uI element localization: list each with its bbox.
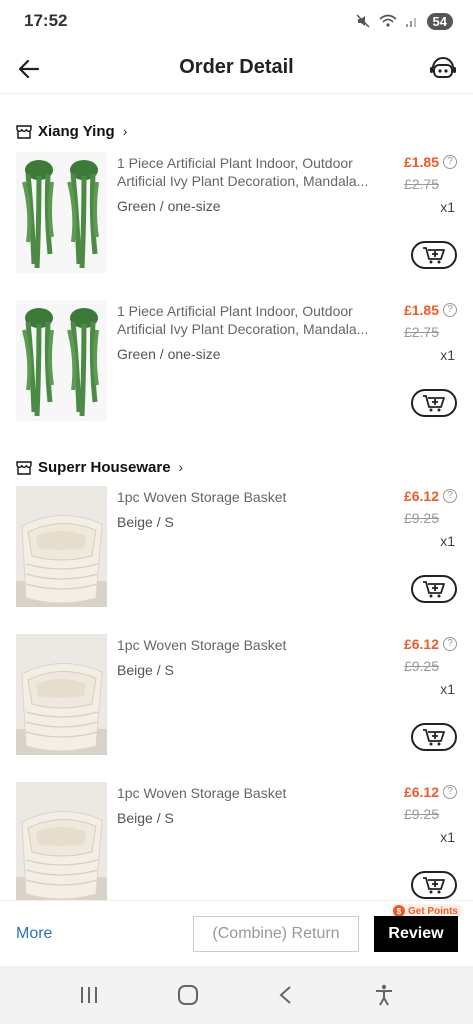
price-value: £6.12 bbox=[403, 488, 439, 504]
order-item[interactable]: 1pc Woven Storage Basket Beige / S £6.12… bbox=[0, 634, 473, 782]
product-image-ivy-plant[interactable] bbox=[16, 152, 107, 273]
order-items-list[interactable]: Xiang Ying › 1 Piece Artificial Plant In… bbox=[0, 110, 473, 900]
item-name[interactable]: 1pc Woven Storage Basket bbox=[117, 784, 387, 802]
store-name: Xiang Ying bbox=[38, 122, 115, 140]
add-to-cart-icon bbox=[423, 729, 445, 746]
add-to-cart-icon bbox=[423, 877, 445, 894]
add-to-cart-icon bbox=[423, 581, 445, 598]
item-name[interactable]: 1pc Woven Storage Basket bbox=[117, 636, 387, 654]
item-price: £1.85? bbox=[387, 154, 457, 170]
status-bar: 17:52 54 bbox=[0, 0, 473, 42]
item-variant: Green / one-size bbox=[117, 346, 221, 362]
price-info-icon[interactable]: ? bbox=[443, 489, 457, 503]
item-quantity: x1 bbox=[440, 199, 455, 215]
item-quantity: x1 bbox=[440, 829, 455, 845]
item-name[interactable]: 1pc Woven Storage Basket bbox=[117, 488, 387, 506]
order-item[interactable]: 1 Piece Artificial Plant Indoor, Outdoor… bbox=[0, 152, 473, 300]
mute-icon bbox=[356, 14, 370, 28]
order-item[interactable]: 1pc Woven Storage Basket Beige / S £6.12… bbox=[0, 486, 473, 634]
original-price: £9.25 bbox=[403, 806, 439, 822]
price-column: £1.85? £2.75 x1 bbox=[387, 154, 457, 215]
store-header[interactable]: Xiang Ying › bbox=[0, 110, 473, 152]
original-price: £2.75 bbox=[403, 324, 439, 340]
item-name[interactable]: 1 Piece Artificial Plant Indoor, Outdoor… bbox=[117, 302, 387, 338]
home-icon[interactable] bbox=[176, 983, 200, 1007]
page-header: Order Detail bbox=[0, 42, 473, 94]
price-value: £6.12 bbox=[403, 636, 439, 652]
add-to-cart-button[interactable] bbox=[411, 389, 457, 417]
price-column: £6.12? £9.25 x1 bbox=[387, 488, 457, 549]
store-icon bbox=[16, 460, 32, 475]
product-image-woven-basket[interactable] bbox=[16, 486, 107, 607]
item-info: 1pc Woven Storage Basket Beige / S bbox=[117, 784, 387, 826]
item-info: 1 Piece Artificial Plant Indoor, Outdoor… bbox=[117, 154, 387, 214]
price-column: £6.12? £9.25 x1 bbox=[387, 636, 457, 697]
page-title: Order Detail bbox=[179, 56, 294, 78]
item-price: £1.85? bbox=[387, 302, 457, 318]
battery-level: 54 bbox=[426, 12, 453, 30]
add-to-cart-button[interactable] bbox=[411, 723, 457, 751]
status-icons: 54 bbox=[355, 12, 453, 30]
back-arrow-icon[interactable] bbox=[14, 54, 44, 84]
price-info-icon[interactable]: ? bbox=[443, 785, 457, 799]
recent-apps-icon[interactable] bbox=[77, 984, 101, 1006]
review-button[interactable]: Review bbox=[374, 916, 458, 952]
original-price: £9.25 bbox=[403, 510, 439, 526]
order-item[interactable]: 1 Piece Artificial Plant Indoor, Outdoor… bbox=[0, 300, 473, 448]
store-icon bbox=[16, 124, 32, 139]
nav-back-icon[interactable] bbox=[275, 984, 297, 1006]
status-time: 17:52 bbox=[24, 11, 68, 30]
item-variant: Green / one-size bbox=[117, 198, 221, 214]
add-to-cart-icon bbox=[423, 247, 445, 264]
item-info: 1pc Woven Storage Basket Beige / S bbox=[117, 488, 387, 530]
customer-service-icon[interactable] bbox=[427, 52, 459, 84]
chevron-right-icon: › bbox=[122, 123, 128, 139]
item-quantity: x1 bbox=[440, 533, 455, 549]
accessibility-icon[interactable] bbox=[372, 983, 396, 1007]
store-name: Superr Houseware bbox=[38, 458, 171, 476]
price-info-icon[interactable]: ? bbox=[443, 303, 457, 317]
item-info: 1pc Woven Storage Basket Beige / S bbox=[117, 636, 387, 678]
order-item[interactable]: 1pc Woven Storage Basket Beige / S £6.12… bbox=[0, 782, 473, 900]
product-image-woven-basket[interactable] bbox=[16, 634, 107, 755]
bottom-action-bar: More (Combine) Return $ Get Points Revie… bbox=[0, 900, 473, 966]
price-info-icon[interactable]: ? bbox=[443, 637, 457, 651]
wifi-icon bbox=[379, 14, 397, 27]
item-price: £6.12? bbox=[387, 488, 457, 504]
price-value: £6.12 bbox=[403, 784, 439, 800]
add-to-cart-button[interactable] bbox=[411, 241, 457, 269]
signal-icon bbox=[405, 18, 416, 27]
original-price: £2.75 bbox=[403, 176, 439, 192]
item-variant: Beige / S bbox=[117, 810, 174, 826]
add-to-cart-icon bbox=[423, 395, 445, 412]
system-navigation-bar bbox=[0, 966, 473, 1024]
original-price: £9.25 bbox=[403, 658, 439, 674]
combine-return-button[interactable]: (Combine) Return bbox=[193, 916, 359, 952]
add-to-cart-button[interactable] bbox=[411, 575, 457, 603]
item-price: £6.12? bbox=[387, 636, 457, 652]
item-name[interactable]: 1 Piece Artificial Plant Indoor, Outdoor… bbox=[117, 154, 387, 190]
item-variant: Beige / S bbox=[117, 662, 174, 678]
price-column: £6.12? £9.25 x1 bbox=[387, 784, 457, 845]
add-to-cart-button[interactable] bbox=[411, 871, 457, 899]
item-quantity: x1 bbox=[440, 347, 455, 363]
store-header[interactable]: Superr Houseware › bbox=[0, 448, 473, 486]
price-info-icon[interactable]: ? bbox=[443, 155, 457, 169]
product-image-woven-basket[interactable] bbox=[16, 782, 107, 900]
item-quantity: x1 bbox=[440, 681, 455, 697]
get-points-label: Get Points bbox=[407, 905, 458, 917]
chevron-right-icon: › bbox=[178, 459, 184, 475]
item-price: £6.12? bbox=[387, 784, 457, 800]
more-button[interactable]: More bbox=[16, 925, 52, 943]
price-value: £1.85 bbox=[403, 302, 439, 318]
price-value: £1.85 bbox=[403, 154, 439, 170]
item-variant: Beige / S bbox=[117, 514, 174, 530]
item-info: 1 Piece Artificial Plant Indoor, Outdoor… bbox=[117, 302, 387, 362]
product-image-ivy-plant[interactable] bbox=[16, 300, 107, 421]
price-column: £1.85? £2.75 x1 bbox=[387, 302, 457, 363]
